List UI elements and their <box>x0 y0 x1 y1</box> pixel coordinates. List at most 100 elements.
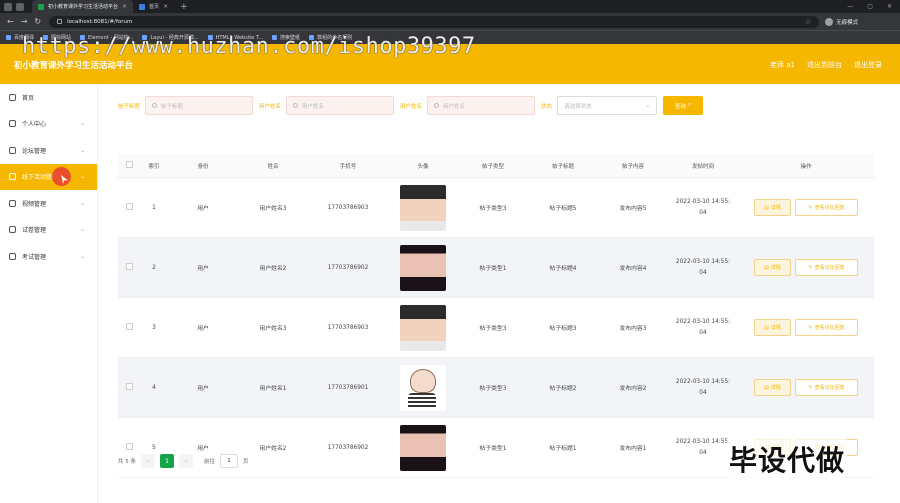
placeholder: 帖子标题 <box>161 103 184 110</box>
cell-type: 帖子类型1 <box>479 266 507 272</box>
column-header: 帖子标题 <box>551 163 574 170</box>
row-checkbox[interactable] <box>125 263 133 270</box>
sidebar-item-home[interactable]: 首页 <box>0 84 97 111</box>
forward-icon[interactable]: → <box>21 17 28 26</box>
goto-page-input[interactable]: 1 <box>220 454 239 468</box>
cell-title: 帖子标题3 <box>549 326 577 332</box>
sidebar-item-exam-paper[interactable]: 试卷管理 ⌄ <box>0 217 97 244</box>
user-name-search-input-2[interactable]: 用户姓名 <box>427 96 536 115</box>
row-checkbox[interactable] <box>125 443 133 450</box>
globe-icon <box>139 3 146 10</box>
detail-button[interactable]: ▤详情 <box>754 199 791 216</box>
cell-role: 用户 <box>197 326 209 332</box>
video-icon <box>9 199 16 207</box>
detail-icon: ▤ <box>764 324 769 331</box>
maximize-icon[interactable]: ▢ <box>867 3 873 10</box>
detail-button-label: 详情 <box>770 265 781 271</box>
sidebar-item-exam[interactable]: 考试管理 ⌄ <box>0 243 97 270</box>
cell-role: 用户 <box>197 206 209 212</box>
bookmark-star-icon[interactable]: ☆ <box>805 18 811 26</box>
url-input[interactable]: localhost:8081/#/forum ☆ <box>49 15 820 28</box>
close-icon[interactable]: × <box>163 3 168 10</box>
avatar <box>400 364 446 411</box>
next-page-button[interactable]: › <box>179 454 193 468</box>
cell-date: 2022-03-10 14:55: 04 <box>668 317 738 339</box>
goto-frontend-link[interactable]: 退出到前台 <box>807 60 842 70</box>
row-checkbox[interactable] <box>125 203 133 210</box>
sidebar: 首页 个人中心 ⌄ 论坛管理 ⌄ 线下活动管理 ⌄ 视频管理 ⌄ 试卷管理 ⌄ … <box>0 84 98 503</box>
close-icon[interactable]: × <box>122 3 127 10</box>
sidebar-item-label: 视频管理 <box>22 200 47 208</box>
new-tab-button[interactable]: + <box>180 2 188 12</box>
logout-link[interactable]: 退出登录 <box>854 60 882 70</box>
search-label: 用户姓名 <box>400 103 423 110</box>
pagination: 共 5 条 ‹ 1 › 前往 1 页 <box>118 453 249 469</box>
row-checkbox[interactable] <box>125 323 133 330</box>
edit-icon: ✎ <box>808 264 813 271</box>
search-icon <box>293 103 299 108</box>
info-icon[interactable] <box>57 19 63 24</box>
minimize-icon[interactable]: — <box>847 3 853 10</box>
browser-tab-active[interactable]: 初小教育课外学习生活活动平台 × <box>32 0 134 13</box>
tab-menu-icon[interactable] <box>4 2 12 11</box>
detail-button[interactable]: ▤详情 <box>754 379 791 396</box>
vue-favicon-icon <box>38 3 44 10</box>
detail-icon: ▤ <box>764 384 769 391</box>
reload-icon[interactable]: ↻ <box>34 17 41 26</box>
cell-name: 用户姓名3 <box>259 206 287 212</box>
view-replies-label: 查看论坛回复 <box>814 385 845 391</box>
post-title-search-input[interactable]: 帖子标题 <box>145 96 254 115</box>
promo-stamp: 毕设代做 <box>727 439 848 479</box>
cell-date: 2022-03-10 14:55: 04 <box>668 197 738 219</box>
sidebar-item-video[interactable]: 视频管理 ⌄ <box>0 190 97 217</box>
table-body: 1 用户 用户姓名3 17703786903 帖子类型3 帖子标题5 发布内容5 2022-0… <box>118 178 874 478</box>
cell-content: 发布内容4 <box>619 266 647 272</box>
chevron-down-icon: ⌄ <box>79 146 85 154</box>
detail-button[interactable]: ▤详情 <box>754 319 791 336</box>
row-checkbox[interactable] <box>125 383 133 390</box>
search-button[interactable]: 查询 ⌕ <box>663 96 704 115</box>
view-replies-button[interactable]: ✎查看论坛回复 <box>795 199 858 216</box>
user-name-search-input[interactable]: 用户姓名 <box>286 96 395 115</box>
view-replies-button[interactable]: ✎查看论坛回复 <box>795 259 858 276</box>
page-button-current[interactable]: 1 <box>160 454 174 468</box>
chevron-down-icon: ⌄ <box>645 102 651 109</box>
view-replies-button[interactable]: ✎查看论坛回复 <box>795 379 858 396</box>
cell-name: 用户姓名1 <box>259 386 287 392</box>
prev-page-button[interactable]: ‹ <box>141 454 155 468</box>
browser-tab-bar: 初小教育课外学习生活活动平台 × 首页 × + — ▢ ✕ <box>0 0 900 13</box>
cell-type: 帖子类型1 <box>479 446 507 452</box>
total-count: 共 5 条 <box>118 459 136 465</box>
sidebar-item-forum[interactable]: 论坛管理 ⌄ <box>0 137 97 164</box>
cell-type: 帖子类型3 <box>479 206 507 212</box>
browser-tab[interactable]: 首页 × <box>133 0 174 13</box>
cell-date: 2022-03-10 14:55: 04 <box>668 377 738 399</box>
detail-button-label: 详情 <box>770 205 781 211</box>
status-select[interactable]: 请选择状态 ⌄ <box>557 96 658 115</box>
sidebar-item-label: 个人中心 <box>22 121 47 129</box>
back-icon[interactable]: ← <box>7 17 14 26</box>
url-text: localhost:8081/#/forum <box>67 18 133 25</box>
date-line: 2022-03-10 14:55: <box>675 258 731 265</box>
address-bar: ← → ↻ localhost:8081/#/forum ☆ 无痕模式 <box>0 13 900 30</box>
search-button-label: 查询 <box>675 103 687 110</box>
user-icon <box>9 120 16 128</box>
app-title: 初小教育课外学习生活活动平台 <box>14 61 134 71</box>
sidebar-item-activity[interactable]: 线下活动管理 ⌄ <box>0 163 97 190</box>
tab-search-icon[interactable] <box>16 2 24 11</box>
detail-button[interactable]: ▤详情 <box>754 259 791 276</box>
column-header: 操作 <box>800 163 812 170</box>
mouse-cursor-icon <box>52 167 71 186</box>
avatar <box>400 184 446 231</box>
edit-icon: ✎ <box>808 384 813 391</box>
view-replies-button[interactable]: ✎查看论坛回复 <box>795 319 858 336</box>
select-all-checkbox[interactable] <box>125 161 133 168</box>
close-window-icon[interactable]: ✕ <box>887 3 892 10</box>
current-user-label: 老师 a1 <box>770 61 795 69</box>
sidebar-item-profile[interactable]: 个人中心 ⌄ <box>0 111 97 138</box>
column-header: 发帖时间 <box>691 163 714 170</box>
cell-name: 用户姓名2 <box>259 446 287 452</box>
cell-phone: 17703786902 <box>327 264 369 271</box>
chevron-down-icon: ⌄ <box>79 173 85 181</box>
profile-button[interactable]: 无痕模式 <box>825 17 858 26</box>
